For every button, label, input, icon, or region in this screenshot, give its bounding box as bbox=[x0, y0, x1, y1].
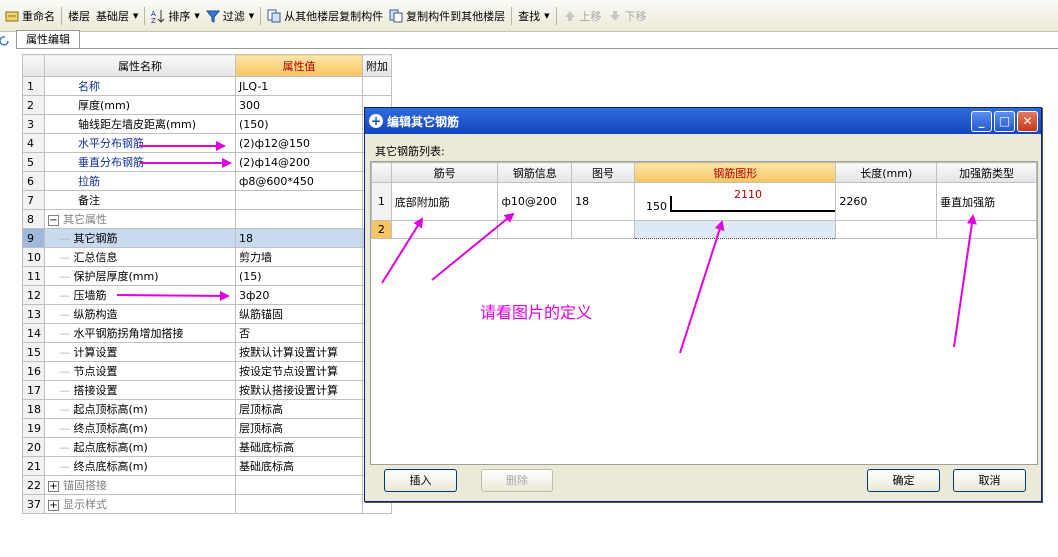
arrow-to-bar-no bbox=[381, 217, 424, 284]
arrow-to-bar-info bbox=[431, 212, 515, 281]
arrow-to-bar-shape bbox=[679, 220, 725, 354]
arrow-to-wall-pressure-rebar bbox=[116, 290, 230, 301]
arrow-to-reinforce-type bbox=[953, 214, 977, 348]
annotation-arrows bbox=[116, 141, 977, 354]
